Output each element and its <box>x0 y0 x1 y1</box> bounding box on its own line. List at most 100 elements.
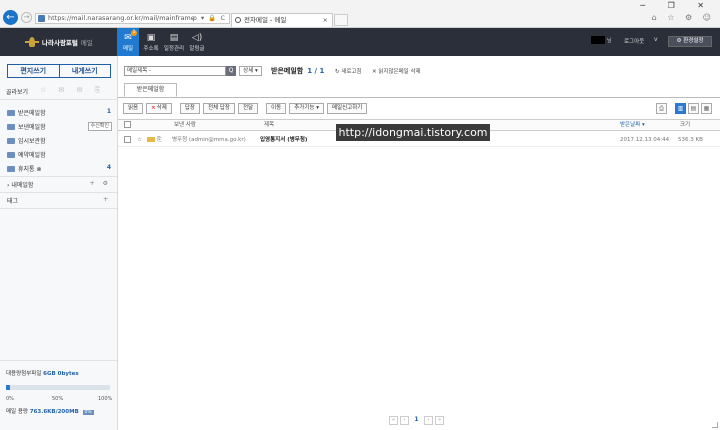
sidebar-item-sent[interactable]: 보낸메일함 <box>7 122 46 131</box>
window-controls[interactable]: ─ ❐ ✕ <box>640 1 714 10</box>
row-date: 2017.12.13 04:44 <box>620 137 670 143</box>
sidebar-divider <box>0 192 118 193</box>
quota-size: 6GB 0bytes <box>43 371 79 377</box>
close-icon: × <box>151 105 156 111</box>
user-name-redacted <box>591 36 605 44</box>
select-all-checkbox[interactable] <box>124 121 131 128</box>
column-sender[interactable]: 보낸 사람 <box>174 120 196 130</box>
current-page[interactable]: 1 <box>411 416 422 425</box>
address-bar[interactable]: https://mail.narasarang.or.kr/mail/mainf… <box>35 13 230 24</box>
back-arrow-icon[interactable]: ← <box>3 10 18 25</box>
usage-value: 763.6KB/200MB <box>29 409 79 415</box>
tab-close-icon[interactable]: × <box>323 14 328 26</box>
nav-notice-label: 알림글 <box>189 46 205 52</box>
quota-progress-bar <box>6 385 110 390</box>
delete-label: 삭제 <box>156 105 167 111</box>
calendar-icon: ▤ <box>169 33 179 43</box>
toolbar-gap <box>175 103 177 114</box>
mailbox-count: 1 / 1 <box>307 67 325 75</box>
reply-button[interactable]: 답장 <box>179 103 200 114</box>
sidebar-item-trash[interactable]: 휴지통 ⊗ <box>7 164 42 173</box>
quota-tick: 100% <box>98 396 113 402</box>
folder-label: 받은메일함 <box>18 110 46 117</box>
settings-button[interactable]: ⚙ 환경설정 <box>668 36 712 47</box>
quota-progress-fill <box>6 385 11 390</box>
search-field-select[interactable]: 메일제목 - <box>124 66 226 76</box>
sidebar-divider <box>0 99 118 100</box>
sidebar-item-tags[interactable]: 태그 <box>7 196 18 205</box>
tab-inbox[interactable]: 받은메일함 <box>124 83 177 97</box>
portal-logo[interactable]: 나라사랑포털 메일 <box>25 36 93 48</box>
sidebar-item-inbox[interactable]: 받은메일함 <box>7 108 46 117</box>
toolbar-gap <box>261 103 263 114</box>
chevron-down-icon[interactable]: v <box>654 36 658 43</box>
tab-favicon-icon <box>235 17 241 23</box>
browser-toolbar-icons[interactable]: ⌂ ☆ ⚙ ☺ <box>652 13 715 22</box>
reply-all-button[interactable]: 전체 답장 <box>202 103 235 114</box>
row-size: 536.3 KB <box>678 137 703 143</box>
emblem-icon <box>25 36 39 48</box>
forward-button[interactable]: 전달 <box>237 103 259 114</box>
new-tab-button[interactable] <box>334 14 348 26</box>
compose-button[interactable]: 편지쓰기 <box>8 65 59 77</box>
folder-label: 내메일함 <box>11 182 34 189</box>
last-page-button[interactable]: » <box>435 416 444 425</box>
star-icon[interactable]: ☆ <box>137 133 142 147</box>
nav-notice[interactable]: ◁) 알림글 <box>186 28 208 56</box>
mail-badge: 1 <box>131 30 137 36</box>
logout-link[interactable]: 로그아웃 <box>624 37 644 45</box>
delete-unread-button[interactable]: ✕ 읽지않은메일 삭제 <box>372 67 421 75</box>
nav-contacts-label: 주소록 <box>143 46 159 52</box>
address-controls[interactable]: ρ ▾ 🔒 C <box>193 14 226 23</box>
list-view-icon[interactable]: ▥ <box>675 103 686 114</box>
resize-corner-icon[interactable] <box>712 422 718 428</box>
row-checkbox[interactable] <box>124 136 131 143</box>
row-subject[interactable]: 입영통지서 (병무청) <box>260 133 307 147</box>
delete-button[interactable]: ×삭제 <box>146 103 172 114</box>
sidebar-item-my-folders[interactable]: › 내메일함 <box>7 180 33 189</box>
print-icon[interactable]: ⎙ <box>656 103 667 114</box>
prev-page-button[interactable]: ‹ <box>400 416 409 425</box>
mailbox-title: 받은메일함 1 / 1 <box>271 66 324 76</box>
forward-arrow-icon[interactable]: → <box>21 12 32 23</box>
read-receipt-button[interactable]: 수신확인 <box>87 122 112 131</box>
sidebar-item-scheduled[interactable]: 예약메일함 <box>7 150 46 159</box>
detail-search-button[interactable]: 상세 ▾ <box>239 66 262 76</box>
add-tag-button[interactable]: + <box>103 196 111 203</box>
folder-label: 예약메일함 <box>18 152 46 159</box>
next-page-button[interactable]: › <box>424 416 433 425</box>
report-mail-button[interactable]: 메일신고하기 <box>326 103 368 114</box>
browser-tab[interactable]: 전자메일 - 메일 × <box>231 13 333 27</box>
trash-icon <box>7 166 15 172</box>
folder-icon <box>7 138 15 144</box>
browser-chrome: ← → https://mail.narasarang.or.kr/mail/m… <box>0 0 720 28</box>
quick-filter-icons[interactable]: ☆ ✉ ✉ ⎘ <box>40 86 105 95</box>
first-page-button[interactable]: « <box>389 416 398 425</box>
write-to-self-button[interactable]: 내게쓰기 <box>58 65 111 77</box>
split-view-icon[interactable]: ▤ <box>688 103 699 114</box>
view-mode-group: ⎙ ▥ ▤ ▦ <box>656 103 712 114</box>
nav-contacts[interactable]: ▣ 주소록 <box>140 28 162 56</box>
quota-tick: 50% <box>52 396 64 402</box>
nav-mail[interactable]: ✉ 1 메일 <box>117 28 139 56</box>
sidebar-divider <box>0 360 118 361</box>
mark-read-button[interactable]: 읽음 <box>123 103 144 114</box>
sidebar-item-drafts[interactable]: 임시보관함 <box>7 136 46 145</box>
column-size[interactable]: 크기 <box>680 120 690 130</box>
user-suffix: 님 <box>607 38 612 44</box>
compose-group: 편지쓰기 내게쓰기 <box>7 64 111 78</box>
nav-calendar[interactable]: ▤ 일정관리 <box>163 28 185 56</box>
watermark-overlay: http://idongmai.tistory.com <box>336 124 490 141</box>
column-date[interactable]: 받은날짜 ▾ <box>620 120 645 130</box>
grid-view-icon[interactable]: ▦ <box>701 103 712 114</box>
move-button[interactable]: 이동 <box>266 103 287 114</box>
folder-label: 휴지통 ⊗ <box>18 166 42 173</box>
column-subject[interactable]: 제목 <box>264 120 274 130</box>
inbox-count: 1 <box>106 108 111 115</box>
search-icon[interactable]: Q <box>226 66 236 76</box>
my-folder-controls[interactable]: + ⚙ <box>90 180 111 187</box>
refresh-button[interactable]: ↻ 새로고침 <box>335 67 362 75</box>
more-actions-button[interactable]: 추가기능 ▾ <box>289 103 324 114</box>
site-favicon-icon <box>38 15 45 22</box>
row-sender[interactable]: 병무청 (admin@mma.go.kr) <box>172 133 256 147</box>
